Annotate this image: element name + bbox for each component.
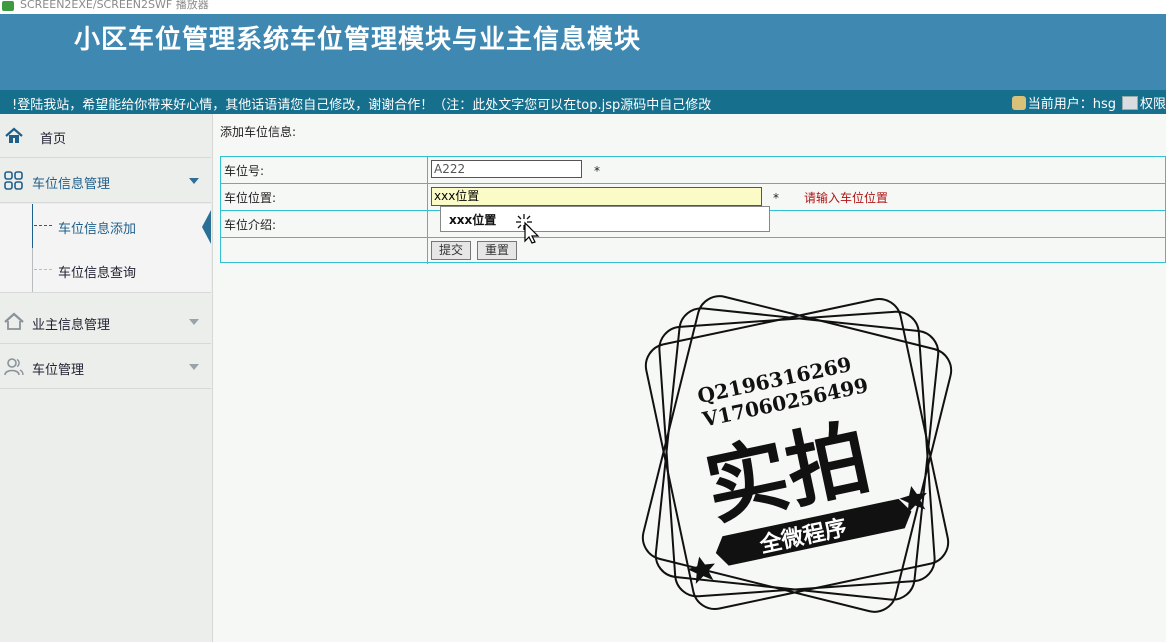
form-row-number: 车位号: A222 * (221, 157, 1165, 184)
users-icon (4, 358, 24, 376)
add-parking-form: 车位号: A222 * 车位位置: xxx位置 * 请输入车位位置 车位介绍: … (220, 156, 1166, 264)
field-label: 车位号: (224, 164, 265, 178)
site-header: 小区车位管理系统车位管理模块与业主信息模块 (0, 14, 1166, 90)
sidebar: 首页 车位信息管理 车位信息添加 车位信息查询 业主信息管理 车位管理 (0, 114, 213, 642)
grid-icon (4, 171, 23, 190)
user-icon (1011, 95, 1026, 110)
parking-location-input[interactable]: xxx位置 (431, 187, 762, 206)
sidebar-item-label: 车位信息查询 (58, 266, 137, 281)
current-user-label: 当前用户：hsg (1027, 97, 1116, 112)
validation-message: 请输入车位位置 (804, 191, 889, 205)
sidebar-item-parking-query[interactable]: 车位信息查询 (0, 248, 211, 293)
active-indicator (202, 210, 211, 244)
cursor-icon (516, 214, 540, 244)
notice-bar: !登陆我站，希望能给你带来好心情，其他话语请您自己修改，谢谢合作！（注：此处文字… (0, 90, 1166, 114)
field-label: 车位介绍: (224, 218, 277, 232)
main-content: 添加车位信息: 车位号: A222 * 车位位置: xxx位置 * 请输入车位位… (212, 114, 1166, 642)
submit-button[interactable]: 提交 (431, 241, 471, 260)
autocomplete-dropdown[interactable]: xxx位置 (440, 206, 770, 232)
reset-button[interactable]: 重置 (477, 241, 517, 260)
chevron-down-icon (189, 319, 199, 325)
home-icon (4, 312, 24, 330)
field-label: 车位位置: (224, 191, 277, 205)
sidebar-item-home[interactable]: 首页 (0, 114, 211, 158)
permission-icon (1121, 95, 1138, 110)
required-mark: * (594, 164, 600, 178)
permission-label[interactable]: 权限 (1140, 93, 1166, 112)
required-mark: * (773, 191, 779, 205)
chevron-down-icon (189, 178, 199, 184)
sidebar-group-parking-manage[interactable]: 车位管理 (0, 345, 211, 389)
parking-number-input[interactable]: A222 (431, 160, 582, 178)
sidebar-group-label: 业主信息管理 (32, 318, 111, 333)
notice-text: !登陆我站，希望能给你带来好心情，其他话语请您自己修改，谢谢合作！（注：此处文字… (12, 98, 712, 113)
window-titlebar: SCREEN2EXE/SCREEN2SWF 播放器 (0, 0, 1166, 14)
home-icon (5, 127, 23, 143)
page-title: 添加车位信息: (220, 125, 297, 139)
watermark-stamp: Q2196316269 V17060256499 实拍 全微程序 (641, 295, 953, 613)
site-title: 小区车位管理系统车位管理模块与业主信息模块 (74, 25, 642, 55)
sidebar-item-label: 首页 (40, 132, 67, 147)
autocomplete-option[interactable]: xxx位置 (449, 211, 496, 228)
sidebar-group-owner-info[interactable]: 业主信息管理 (0, 300, 211, 344)
window-title: SCREEN2EXE/SCREEN2SWF 播放器 (20, 0, 209, 11)
sidebar-group-label: 车位管理 (32, 363, 85, 378)
app-icon (2, 1, 14, 11)
form-row-actions: 提交 重置 (221, 238, 1165, 264)
sidebar-item-label: 车位信息添加 (58, 222, 137, 237)
chevron-down-icon (189, 364, 199, 370)
user-info: 当前用户：hsg 权限 (1011, 93, 1166, 112)
sidebar-item-parking-add[interactable]: 车位信息添加 (0, 204, 211, 248)
sidebar-group-parking-info[interactable]: 车位信息管理 (0, 159, 211, 203)
sidebar-group-label: 车位信息管理 (32, 177, 111, 192)
